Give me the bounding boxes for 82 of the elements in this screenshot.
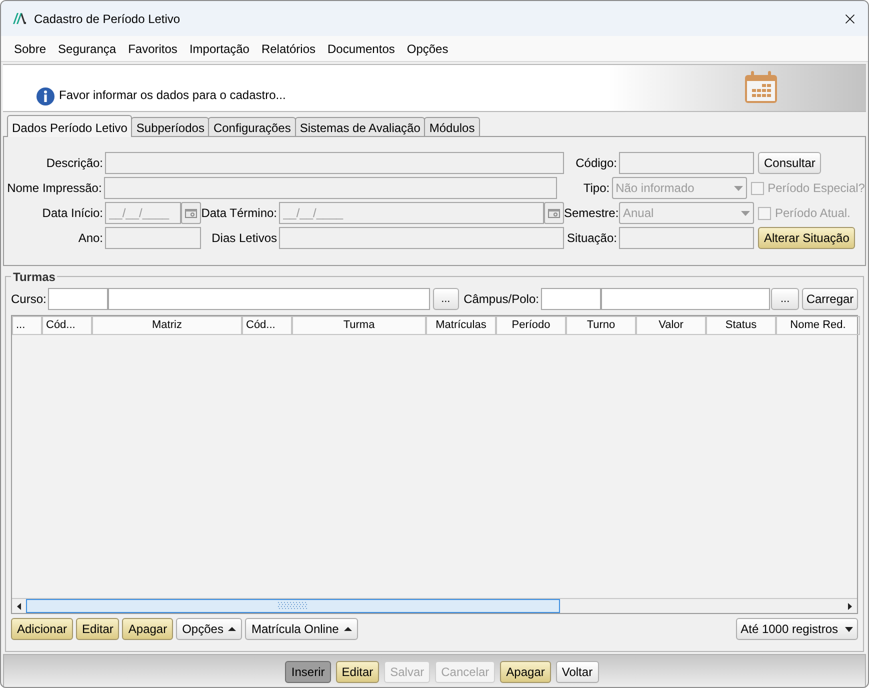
code-field[interactable] [619,152,754,174]
info-icon [36,87,55,106]
load-button[interactable]: Carregar [802,288,858,310]
change-status-button[interactable]: Alterar Situação [758,227,856,249]
column-header[interactable]: Cód... [42,316,92,335]
menu-button[interactable]: Matrícula Online [245,618,358,640]
status-field[interactable] [619,227,754,249]
action-button[interactable]: Adicionar [11,618,74,640]
consult-button[interactable]: Consultar [758,152,822,174]
limit-select[interactable]: Até 1000 registros [736,618,858,640]
menu-item[interactable]: Favoritos [122,40,184,58]
toolbar-button[interactable]: Editar [336,661,380,683]
column-header[interactable]: Nome Red. [776,316,860,335]
school-days-field[interactable] [279,227,564,249]
info-message: Favor informar os dados para o cadastro... [59,87,286,104]
field-label: Código: [574,155,617,172]
end-date-field[interactable]: __/__/____ [279,202,544,224]
window-title: Cadastro de Período Letivo [34,10,180,28]
calendar-icon [548,208,560,218]
calendar-icon [744,71,778,104]
menu-item[interactable]: Relatórios [255,40,322,58]
course-name-field[interactable] [108,288,430,310]
tab[interactable]: Subperíodos [131,117,210,136]
field-label: Tipo: [582,180,610,197]
scroll-right-icon [848,602,852,610]
course-code-field[interactable] [48,288,108,310]
description-field[interactable] [105,152,564,174]
calendar-button[interactable] [544,202,564,224]
dropdown-arrow-icon [845,626,853,632]
field-label: Câmpus/Polo: [464,291,539,308]
campus-code-field[interactable] [540,288,601,310]
checkbox-label: Período Especial? [768,180,865,197]
menu-button[interactable]: Opções [176,618,242,640]
column-header[interactable]: Turno [566,316,636,335]
horizontal-scrollbar[interactable] [12,598,857,613]
toolbar-button[interactable]: Inserir [285,661,331,683]
column-header[interactable]: Matriz [92,316,242,335]
field-label: Dias Letivos [210,230,277,247]
browse-button[interactable]: ... [771,288,799,310]
column-header[interactable]: Valor [636,316,706,335]
year-field[interactable] [105,227,201,249]
tab[interactable]: Dados Período Letivo [7,115,132,137]
browse-button[interactable]: ... [432,288,459,310]
tab[interactable]: Sistemas de Avaliação [294,117,426,136]
field-label: Semestre: [564,205,617,222]
scrollbar-thumb[interactable] [26,599,560,613]
menu-item[interactable]: Importação [183,40,256,58]
column-header[interactable]: Turma [292,316,426,335]
calendar-button[interactable] [181,202,201,224]
toolbar-button[interactable]: Voltar [556,661,599,683]
field-label: Ano: [77,230,103,247]
dropdown-arrow-icon [734,186,743,190]
field-label: Data Término: [201,205,277,222]
tab[interactable]: Configurações [208,117,296,136]
field-label: Data Início: [41,205,103,222]
print-name-field[interactable] [104,177,558,199]
column-header[interactable]: Matrículas [426,316,496,335]
column-header[interactable]: Cód... [242,316,292,335]
tab[interactable]: Módulos [424,117,480,136]
campus-name-field[interactable] [600,288,770,310]
column-header[interactable]: ... [12,316,42,335]
scroll-left-icon [17,602,21,610]
checkbox-label: Período Atual. [775,205,850,222]
field-label: Nome Impressão: [6,180,102,197]
menu-item[interactable]: Documentos [322,40,401,58]
column-header[interactable]: Status [706,316,776,335]
start-date-field[interactable]: __/__/____ [105,202,181,224]
caret-up-icon [344,627,352,631]
caret-up-icon [228,627,236,631]
column-header[interactable]: Período [496,316,566,335]
field-label: Situação: [566,230,617,247]
dropdown-arrow-icon [741,210,750,216]
app-logo [13,13,26,24]
calendar-icon [185,208,197,218]
field-label: Descrição: [45,155,103,172]
action-button[interactable]: Apagar [122,618,174,640]
toolbar-button[interactable]: Apagar [500,661,551,683]
action-button[interactable]: Editar [76,618,120,640]
field-label: Curso: [11,291,46,308]
menu-item[interactable]: Segurança [52,40,122,58]
menu-item[interactable]: Sobre [8,40,52,58]
menu-item[interactable]: Opções [400,40,454,58]
